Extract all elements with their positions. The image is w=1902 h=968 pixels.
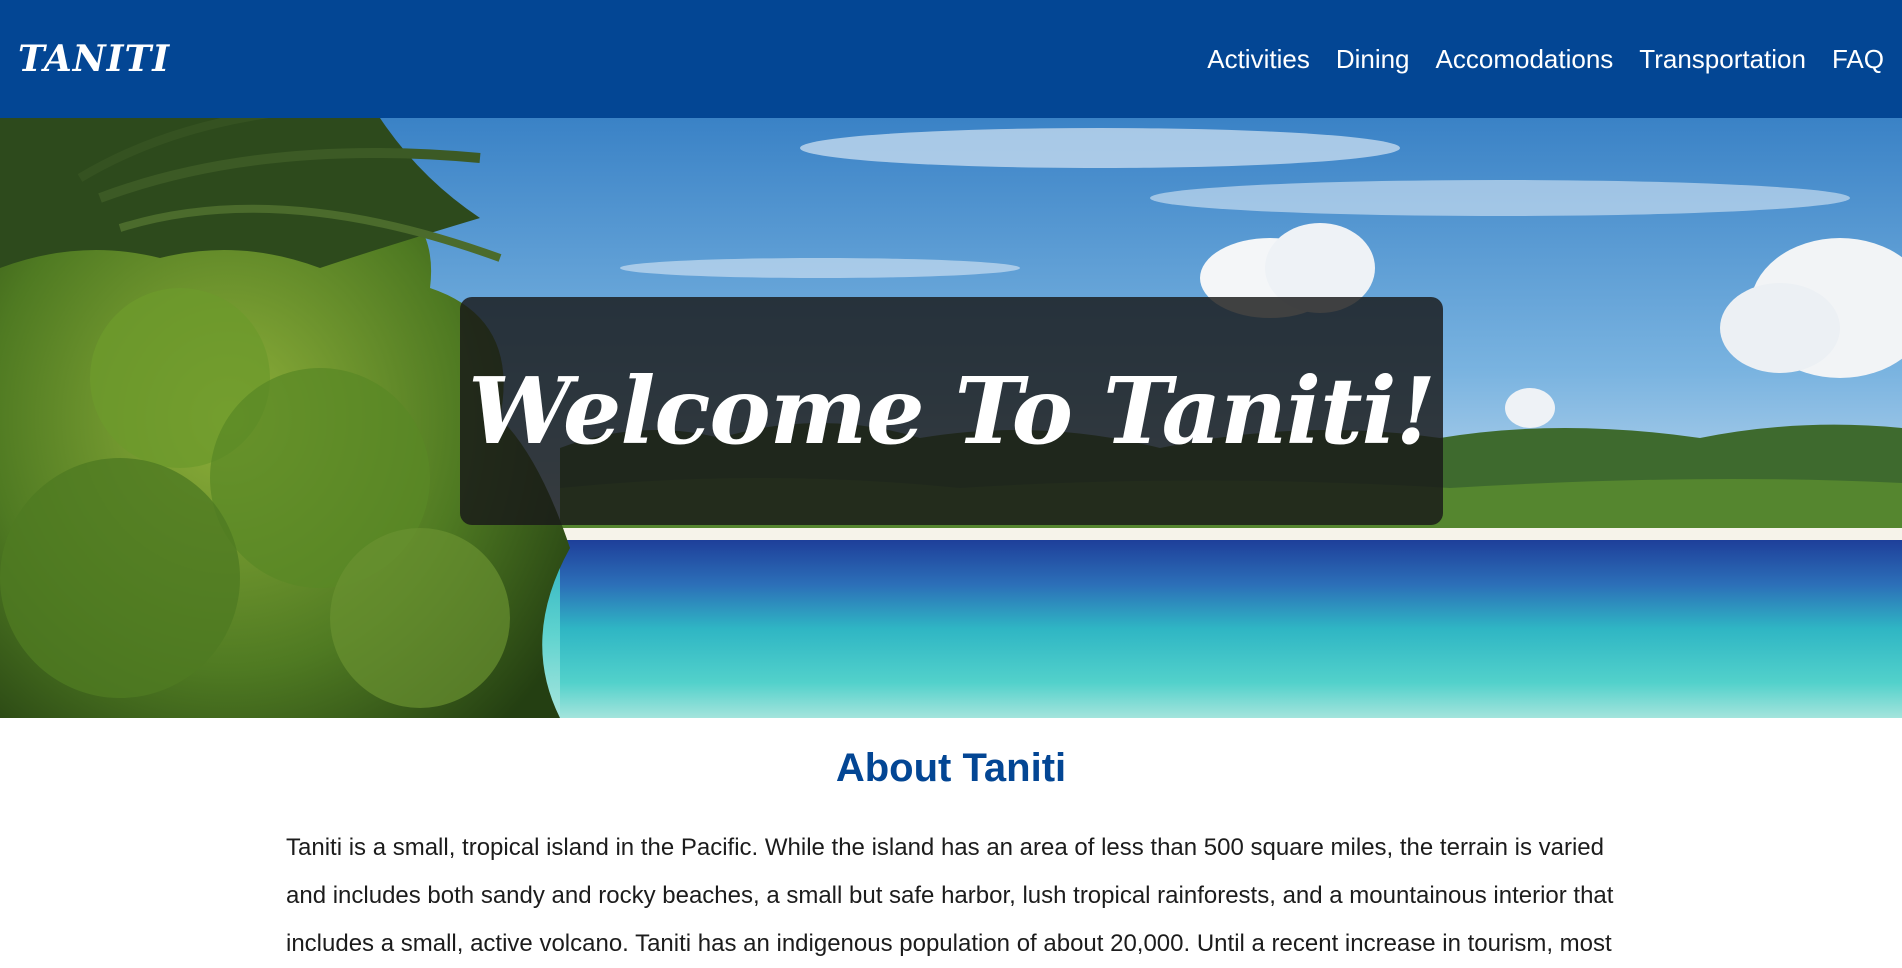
nav-link-faq[interactable]: FAQ xyxy=(1832,44,1884,75)
welcome-overlay: Welcome To Taniti! xyxy=(460,297,1443,525)
nav-link-accomodations[interactable]: Accomodations xyxy=(1436,44,1614,75)
brand-logo-link[interactable]: TANITI xyxy=(18,38,170,80)
nav-link-activities[interactable]: Activities xyxy=(1207,44,1310,75)
about-section: About Taniti Taniti is a small, tropical… xyxy=(0,718,1902,959)
nav-link-dining[interactable]: Dining xyxy=(1336,44,1410,75)
top-navbar: TANITI Activities Dining Accomodations T… xyxy=(0,0,1902,118)
hero-heading: Welcome To Taniti! xyxy=(468,357,1436,465)
nav-link-transportation[interactable]: Transportation xyxy=(1639,44,1806,75)
main-nav: Activities Dining Accomodations Transpor… xyxy=(1207,44,1884,75)
hero-banner: Welcome To Taniti! xyxy=(0,118,1902,718)
about-title: About Taniti xyxy=(835,746,1067,790)
about-paragraph: Taniti is a small, tropical island in th… xyxy=(286,834,1614,957)
